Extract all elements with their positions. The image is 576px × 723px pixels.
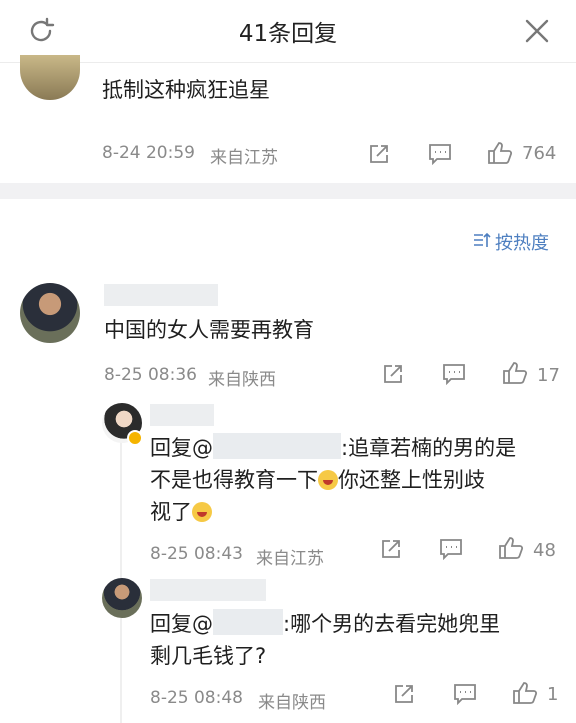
laugh-cry-emoji-icon: [192, 502, 212, 522]
like-icon[interactable]: [487, 141, 513, 165]
share-icon[interactable]: [368, 143, 390, 165]
like-count: 48: [533, 540, 556, 561]
share-icon[interactable]: [393, 683, 415, 705]
reply-text: 视了: [150, 500, 192, 524]
reply-line: 视了: [150, 496, 212, 528]
reply-text: :哪个男的去看完她兜里: [283, 612, 501, 636]
mention-link[interactable]: [213, 609, 283, 635]
like-count: 1: [547, 684, 559, 705]
avatar[interactable]: [102, 578, 142, 618]
comment-text: 抵制这种疯狂追星: [102, 78, 270, 102]
sort-button[interactable]: 按热度: [495, 229, 549, 255]
reply-line: 回复@ :哪个男的去看完她兜里: [150, 608, 500, 640]
avatar[interactable]: [20, 55, 80, 100]
mention-link[interactable]: [213, 433, 341, 459]
like-icon[interactable]: [502, 361, 528, 385]
comment-location: 来自江苏: [210, 148, 278, 168]
reply-line: 回复@ :追章若楠的男的是: [150, 432, 516, 464]
username[interactable]: [150, 404, 214, 426]
reply-time: 8-25 08:43: [150, 544, 243, 564]
laugh-cry-emoji-icon: [318, 470, 338, 490]
username[interactable]: [104, 284, 218, 306]
sort-icon[interactable]: [472, 230, 492, 250]
verified-badge-icon: [127, 430, 143, 446]
reply-location: 来自江苏: [256, 549, 324, 569]
reply-location: 来自陕西: [258, 693, 326, 713]
username[interactable]: [150, 579, 266, 601]
close-icon[interactable]: [522, 16, 552, 46]
like-count: 764: [522, 143, 557, 164]
reply-text: :追章若楠的男的是: [341, 436, 517, 460]
reply-line: 不是也得教育一下 你还整上性别歧: [150, 464, 485, 496]
comment-icon[interactable]: [442, 363, 466, 385]
like-icon[interactable]: [498, 536, 524, 560]
section-divider: [0, 183, 576, 199]
share-icon[interactable]: [382, 363, 404, 385]
comment-icon[interactable]: [453, 683, 477, 705]
comment-icon[interactable]: [439, 538, 463, 560]
comment-time: 8-24 20:59: [102, 143, 195, 163]
avatar[interactable]: [20, 283, 80, 343]
comment-icon[interactable]: [428, 143, 452, 165]
reply-text: 你还整上性别歧: [338, 468, 485, 492]
comment-time: 8-25 08:36: [104, 365, 197, 385]
like-icon[interactable]: [512, 681, 538, 705]
share-icon[interactable]: [380, 538, 402, 560]
reply-prefix: 回复@: [150, 436, 213, 460]
comment-location: 来自陕西: [208, 370, 276, 390]
reply-time: 8-25 08:48: [150, 688, 243, 708]
page-title: 41条回复: [238, 21, 338, 47]
reply-text: 不是也得教育一下: [150, 468, 318, 492]
comment-text: 中国的女人需要再教育: [104, 318, 314, 342]
reply-prefix: 回复@: [150, 612, 213, 636]
reply-text: 剩几毛钱了?: [150, 644, 267, 668]
like-count: 17: [537, 365, 560, 386]
